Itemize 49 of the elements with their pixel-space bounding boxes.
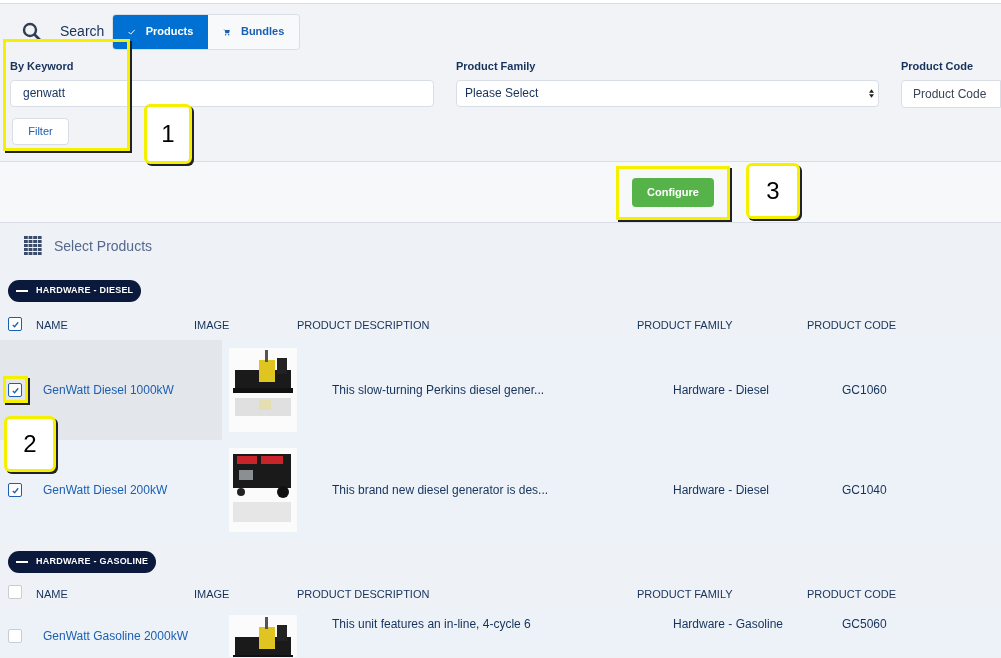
cart-icon <box>223 27 231 36</box>
section-title: Select Products <box>54 236 153 256</box>
code-cell: GC5060 <box>842 617 887 631</box>
column-header[interactable]: PRODUCT DESCRIPTION <box>297 587 430 600</box>
callout-number: 2 <box>4 416 56 472</box>
column-header[interactable]: NAME <box>36 318 68 331</box>
callout-number: 3 <box>746 162 800 219</box>
column-header[interactable]: IMAGE <box>194 587 230 600</box>
check-icon <box>10 385 20 395</box>
checkbox[interactable] <box>8 483 22 497</box>
highlight-frame <box>3 376 28 403</box>
keyword-field[interactable]: genwatt <box>10 79 434 107</box>
product-code-field[interactable]: Product Code <box>901 79 1001 108</box>
field-label: Product Code <box>901 59 975 74</box>
filter-button[interactable]: Filter <box>12 117 69 145</box>
description-cell: This slow-turning Perkins diesel gener... <box>332 383 545 397</box>
column-header[interactable]: IMAGE <box>194 318 230 331</box>
field-label: Product Family <box>456 59 537 74</box>
description-cell: This brand new diesel generator is des... <box>332 483 549 497</box>
group-toggle[interactable]: HARDWARE - GASOLINE <box>8 551 157 573</box>
checkbox[interactable] <box>8 317 22 332</box>
checkbox[interactable] <box>8 383 22 397</box>
tab[interactable]: Bundles <box>208 14 300 49</box>
product-link[interactable]: GenWatt Diesel 200kW <box>43 481 168 499</box>
field-label: By Keyword <box>10 59 75 74</box>
product-link[interactable]: GenWatt Gasoline 2000kW <box>43 627 188 645</box>
description-cell: This unit features an in-line, 4-cycle 6 <box>332 617 531 631</box>
product-link[interactable]: GenWatt Diesel 1000kW <box>43 381 174 399</box>
check-icon <box>10 319 20 329</box>
family-select[interactable]: Please Select <box>456 79 879 107</box>
family-cell: Hardware - Diesel <box>673 483 770 497</box>
column-header[interactable]: PRODUCT DESCRIPTION <box>297 318 430 331</box>
grid-icon <box>24 236 42 256</box>
column-header[interactable]: PRODUCT CODE <box>807 587 897 600</box>
code-cell: GC1060 <box>842 383 887 397</box>
group-toggle[interactable]: HARDWARE - DIESEL <box>8 280 142 302</box>
callout-number: 1 <box>144 104 192 164</box>
check-icon <box>10 485 20 495</box>
column-header[interactable]: PRODUCT CODE <box>807 318 897 331</box>
search-icon <box>22 21 42 42</box>
column-header[interactable]: NAME <box>36 587 68 600</box>
column-header[interactable]: PRODUCT FAMILY <box>637 587 733 600</box>
sort-arrows-icon <box>869 88 874 98</box>
column-header[interactable]: PRODUCT FAMILY <box>637 318 733 331</box>
family-cell: Hardware - Diesel <box>673 383 770 397</box>
tab[interactable]: Products <box>113 14 209 49</box>
search-label: Search <box>60 22 105 41</box>
family-cell: Hardware - Gasoline <box>673 617 784 631</box>
code-cell: GC1040 <box>842 483 887 497</box>
